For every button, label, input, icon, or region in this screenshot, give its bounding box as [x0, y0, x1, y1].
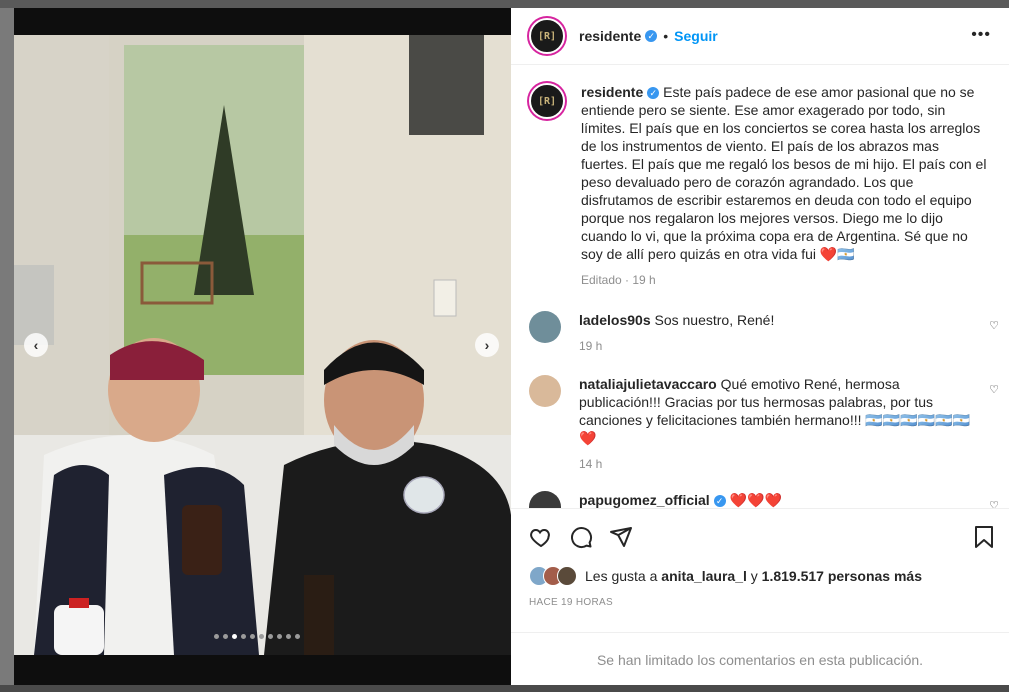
- verified-badge-icon: ✓: [645, 30, 658, 42]
- separator: •: [663, 28, 669, 44]
- action-bar: [511, 508, 1009, 565]
- like-heart-icon[interactable]: [529, 525, 553, 554]
- carousel-dot: [232, 634, 237, 639]
- avatar[interactable]: [529, 375, 561, 407]
- backdrop: [0, 685, 1009, 692]
- comment-text: Sos nuestro, René!: [654, 312, 775, 328]
- comment-bubble-icon[interactable]: [569, 525, 593, 554]
- carousel-dot: [241, 634, 246, 639]
- likes-conj: y: [750, 568, 758, 584]
- comment: nataliajulietavaccaro Qué emotivo René, …: [529, 375, 999, 473]
- carousel-dot: [286, 634, 291, 639]
- carousel-dot: [277, 634, 282, 639]
- avatar[interactable]: [R]: [529, 83, 565, 119]
- share-send-icon[interactable]: [609, 525, 633, 554]
- comment-username[interactable]: ladelos90s: [579, 312, 651, 328]
- comment: ladelos90s Sos nuestro, René! 19 h ♡: [529, 311, 999, 355]
- carousel-indicator: [214, 634, 300, 639]
- verified-badge-icon: ✓: [647, 87, 660, 100]
- chevron-right-icon: ›: [484, 337, 490, 353]
- comment: papugomez_official ✓ ❤️❤️❤️ ♡: [529, 491, 999, 508]
- like-comment-icon[interactable]: ♡: [989, 319, 999, 332]
- backdrop: [0, 0, 1009, 8]
- carousel-dot: [295, 634, 300, 639]
- caption: [R] residente ✓ Este país padece de ese a…: [529, 83, 989, 289]
- like-comment-icon[interactable]: ♡: [989, 383, 999, 396]
- comments-limited-notice: Se han limitado los comentarios en esta …: [511, 632, 1009, 686]
- carousel-dot: [223, 634, 228, 639]
- comment-text: ❤️❤️❤️: [729, 492, 782, 508]
- liker-avatars: [529, 566, 577, 586]
- carousel-next-button[interactable]: ›: [475, 333, 499, 357]
- post-username[interactable]: residente: [579, 28, 641, 44]
- carousel-prev-button[interactable]: ‹: [24, 333, 48, 357]
- comment-username[interactable]: papugomez_official: [579, 492, 710, 508]
- chevron-left-icon: ‹: [33, 337, 39, 353]
- post-photo: [14, 35, 511, 655]
- likes-count-link[interactable]: 1.819.517 personas más: [762, 568, 922, 584]
- likes-summary: Les gusta a anita_laura_l y 1.819.517 pe…: [529, 566, 922, 586]
- verified-badge-icon: ✓: [713, 495, 726, 508]
- bookmark-icon[interactable]: [973, 525, 995, 554]
- likes-prefix: Les gusta a: [585, 568, 658, 584]
- caption-text: Este país padece de ese amor pasional qu…: [581, 84, 987, 262]
- likes-user-link[interactable]: anita_laura_l: [661, 568, 747, 584]
- caption-username[interactable]: residente: [581, 84, 643, 100]
- more-options-icon[interactable]: •••: [971, 26, 991, 44]
- comment-time: 19 h: [579, 339, 603, 353]
- carousel-dot: [259, 634, 264, 639]
- carousel-dot: [268, 634, 273, 639]
- comment-username[interactable]: nataliajulietavaccaro: [579, 376, 717, 392]
- comments-scroll[interactable]: [R] residente ✓ Este país padece de ese a…: [511, 65, 1009, 508]
- follow-button[interactable]: Seguir: [674, 28, 718, 44]
- comment-time: 14 h: [579, 457, 603, 471]
- avatar: [557, 566, 577, 586]
- caption-meta: Editado · 19 h: [581, 273, 656, 287]
- post-header: [R] residente ✓ • Seguir •••: [511, 8, 1009, 65]
- post-panel: [R] residente ✓ • Seguir ••• [R] residen…: [511, 8, 1009, 685]
- carousel-dot: [250, 634, 255, 639]
- like-comment-icon[interactable]: ♡: [989, 499, 999, 508]
- post-media: ‹ ›: [14, 8, 511, 685]
- avatar[interactable]: [529, 311, 561, 343]
- avatar[interactable]: [R]: [529, 18, 565, 54]
- carousel-dot: [214, 634, 219, 639]
- avatar[interactable]: [529, 491, 561, 508]
- post-timestamp[interactable]: HACE 19 HORAS: [529, 597, 613, 608]
